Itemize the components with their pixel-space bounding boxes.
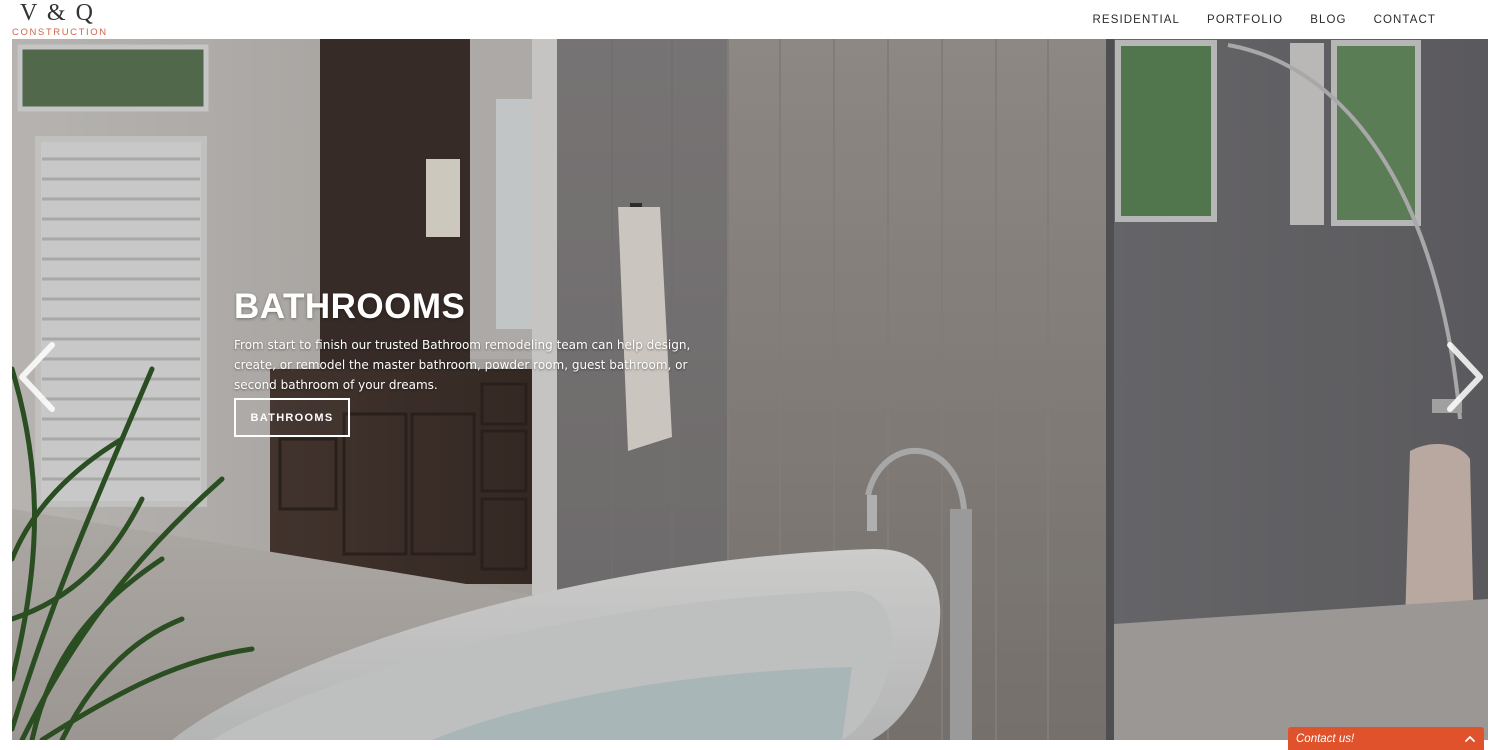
hero-slider: BATHROOMS From start to finish our trust… bbox=[12, 39, 1488, 740]
slide-caption: BATHROOMS From start to finish our trust… bbox=[234, 285, 714, 437]
slide-cta-button[interactable]: BATHROOMS bbox=[234, 398, 350, 437]
slider-prev-button[interactable] bbox=[16, 341, 60, 413]
slide-title: BATHROOMS bbox=[234, 287, 466, 326]
chevron-right-icon bbox=[1447, 342, 1483, 412]
main-nav: RESIDENTIAL PORTFOLIO BLOG CONTACT bbox=[1093, 12, 1436, 28]
nav-item-residential[interactable]: RESIDENTIAL bbox=[1093, 12, 1181, 28]
nav-item-portfolio[interactable]: PORTFOLIO bbox=[1207, 12, 1283, 28]
slider-next-button[interactable] bbox=[1442, 341, 1486, 413]
chevron-left-icon bbox=[19, 342, 55, 412]
nav-item-blog[interactable]: BLOG bbox=[1310, 12, 1346, 28]
site-logo[interactable]: V & Q CONSTRUCTION bbox=[12, 0, 108, 39]
site-header: V & Q CONSTRUCTION RESIDENTIAL PORTFOLIO… bbox=[0, 0, 1500, 39]
logo-subtitle: CONSTRUCTION bbox=[12, 27, 108, 38]
logo-mark: V & Q bbox=[20, 0, 95, 26]
contact-us-widget[interactable]: Contact us! bbox=[1288, 727, 1484, 750]
slide-description: From start to finish our trusted Bathroo… bbox=[234, 338, 691, 392]
nav-item-contact[interactable]: CONTACT bbox=[1374, 12, 1436, 28]
chevron-up-icon bbox=[1465, 736, 1475, 742]
contact-us-label: Contact us! bbox=[1296, 733, 1355, 745]
